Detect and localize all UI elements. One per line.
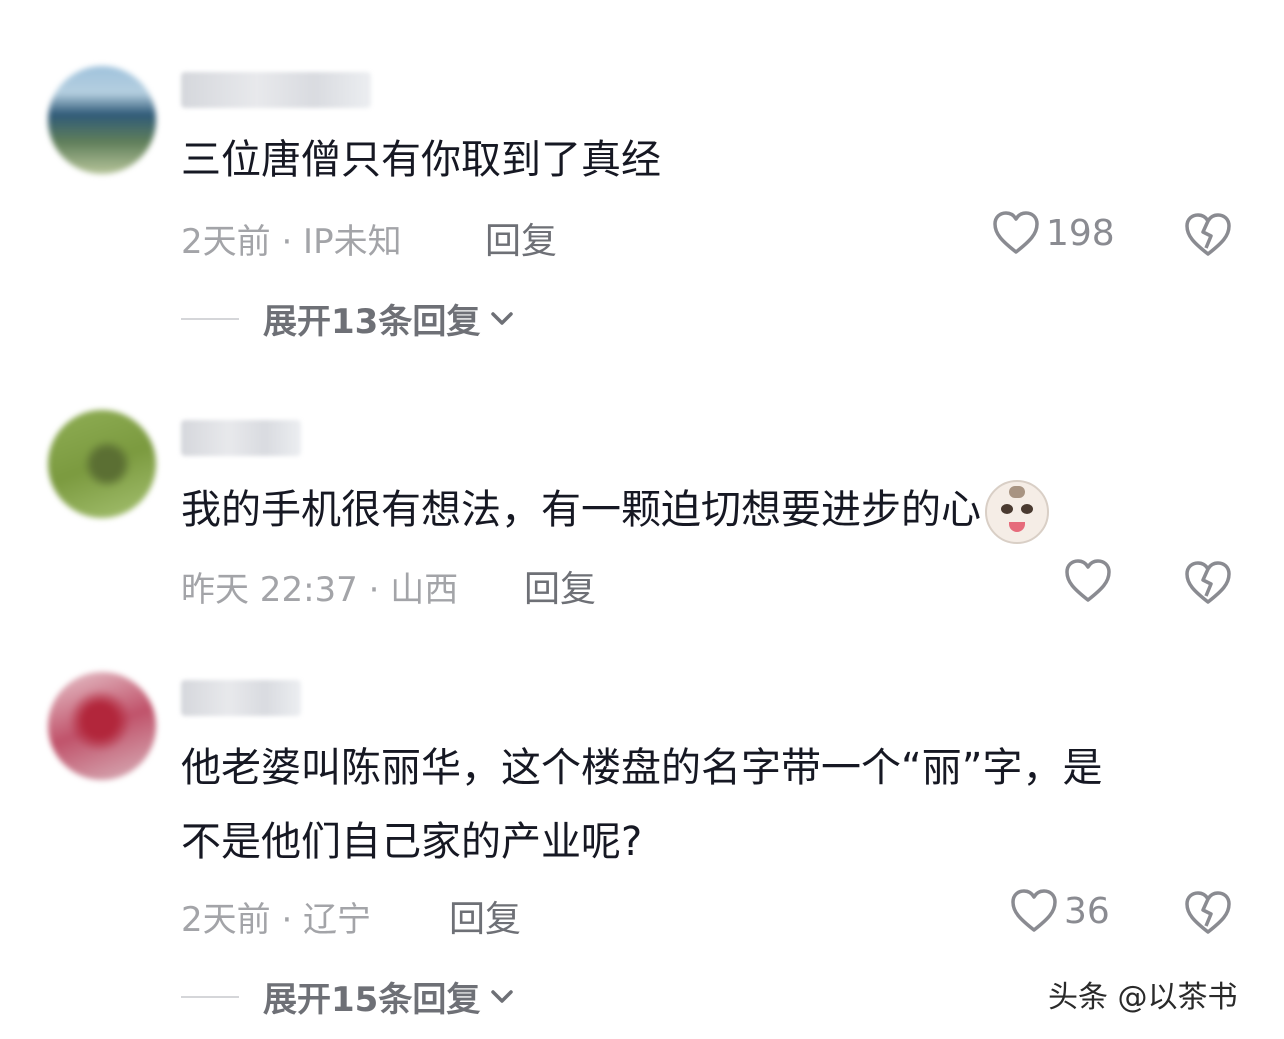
chevron-down-icon xyxy=(490,311,514,327)
broken-heart-icon[interactable] xyxy=(1184,890,1232,936)
comment-text: 三位唐僧只有你取到了真经 xyxy=(181,137,661,183)
avatar[interactable] xyxy=(48,672,156,780)
divider-line xyxy=(181,995,239,998)
heart-icon xyxy=(992,210,1040,256)
avatar[interactable] xyxy=(48,410,156,518)
broken-heart-icon[interactable] xyxy=(1184,560,1232,606)
watermark: 头条 @以茶书 xyxy=(1048,980,1238,1015)
like-button[interactable]: 36 xyxy=(1010,888,1110,934)
reply-button[interactable]: 回复 xyxy=(485,212,557,264)
like-count: 36 xyxy=(1064,890,1110,932)
comment-meta: 昨天 22:37 · 山西 xyxy=(181,570,459,610)
avatar[interactable] xyxy=(48,66,156,174)
comment-text-line: 不是他们自己家的产业呢? xyxy=(181,819,643,865)
heart-icon xyxy=(1064,558,1112,604)
cat-emoji-icon xyxy=(985,480,1049,544)
reply-button[interactable]: 回复 xyxy=(524,560,596,612)
like-button[interactable]: 198 xyxy=(992,210,1115,256)
username-blurred[interactable] xyxy=(181,72,371,108)
username-blurred[interactable] xyxy=(181,680,301,716)
like-button[interactable] xyxy=(1064,558,1118,604)
comment-text-content: 我的手机很有想法，有一颗迫切想要进步的心 xyxy=(181,487,981,533)
expand-replies-label: 展开13条回复 xyxy=(263,302,481,342)
comment-text: 我的手机很有想法，有一颗迫切想要进步的心 xyxy=(181,474,1234,546)
comment-meta: 2天前 · IP未知 xyxy=(181,222,402,262)
comment-meta: 2天前 · 辽宁 xyxy=(181,900,372,940)
expand-replies-button[interactable]: 展开15条回复 xyxy=(181,972,514,1021)
expand-replies-button[interactable]: 展开13条回复 xyxy=(181,294,514,343)
like-count: 198 xyxy=(1046,212,1115,254)
reply-button[interactable]: 回复 xyxy=(449,890,521,942)
heart-icon xyxy=(1010,888,1058,934)
username-blurred[interactable] xyxy=(181,420,301,456)
expand-replies-label: 展开15条回复 xyxy=(263,980,481,1020)
divider-line xyxy=(181,317,239,320)
comment-text-line: 他老婆叫陈丽华，这个楼盘的名字带一个“丽”字，是 xyxy=(181,745,1103,791)
chevron-down-icon xyxy=(490,989,514,1005)
broken-heart-icon[interactable] xyxy=(1184,212,1232,258)
